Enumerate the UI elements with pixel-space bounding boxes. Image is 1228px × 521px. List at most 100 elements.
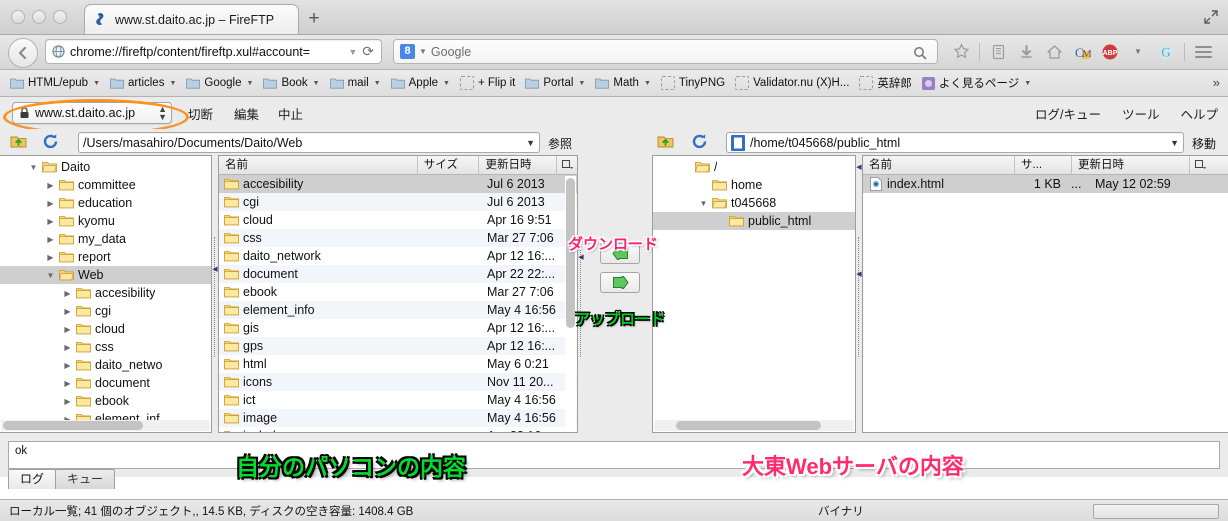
adblock-dropdown-icon[interactable]: ▼ bbox=[1125, 39, 1151, 64]
twirl-icon[interactable]: ▶ bbox=[62, 307, 73, 316]
tree-item[interactable]: public_html bbox=[653, 212, 855, 230]
bookmark-item[interactable]: + Flip it bbox=[456, 73, 519, 93]
table-row[interactable]: ebook Mar 27 7:06 bbox=[219, 283, 577, 301]
remote-upload-dir-icon[interactable] bbox=[655, 131, 675, 151]
minimize-window-button[interactable] bbox=[32, 10, 46, 24]
tree-item[interactable]: ▶ kyomu bbox=[0, 212, 211, 230]
local-upload-dir-icon[interactable] bbox=[8, 131, 28, 151]
remote-path-field[interactable]: /home/t045668/public_html ▼ bbox=[726, 132, 1184, 153]
reload-icon[interactable]: ⟳ bbox=[362, 43, 374, 60]
google-search-engine-icon[interactable]: 8 bbox=[400, 44, 415, 59]
local-col-date[interactable]: 更新日時 bbox=[479, 156, 558, 175]
colormanager-extension-icon[interactable]: C M bbox=[1069, 39, 1095, 64]
table-row[interactable]: gis Apr 12 16:... bbox=[219, 319, 577, 337]
queue-tab[interactable]: キュー bbox=[55, 469, 116, 489]
log-queue-menu[interactable]: ログ/キュー bbox=[1035, 104, 1101, 123]
download-button[interactable] bbox=[600, 243, 640, 264]
twirl-icon[interactable]: ▶ bbox=[45, 253, 56, 262]
twirl-icon[interactable]: ▶ bbox=[62, 325, 73, 334]
table-row[interactable]: accesibility Jul 6 2013 bbox=[219, 175, 577, 193]
remote-col-name[interactable]: 名前 bbox=[863, 156, 1015, 175]
local-refresh-icon[interactable] bbox=[40, 131, 60, 151]
log-tab[interactable]: ログ bbox=[8, 469, 57, 489]
chevron-down-icon[interactable]: ▼ bbox=[644, 80, 651, 87]
local-list-vscrollbar[interactable] bbox=[565, 176, 576, 430]
bookmark-item[interactable]: TinyPNG bbox=[657, 73, 729, 93]
zoom-window-button[interactable] bbox=[53, 10, 67, 24]
search-bar[interactable]: 8 ▼ Google bbox=[393, 39, 938, 64]
chevron-down-icon[interactable]: ▼ bbox=[93, 80, 100, 87]
remote-col-date[interactable]: 更新日時 bbox=[1072, 156, 1190, 175]
help-menu[interactable]: ヘルプ bbox=[1180, 104, 1218, 123]
window-controls[interactable] bbox=[11, 10, 67, 24]
table-row[interactable]: image May 4 16:56 bbox=[219, 409, 577, 427]
disconnect-button[interactable]: 切断 bbox=[188, 104, 213, 123]
tree-item[interactable]: ▶ ebook bbox=[0, 392, 211, 410]
abort-button[interactable]: 中止 bbox=[278, 104, 303, 123]
browser-tab-fireftp[interactable]: www.st.daito.ac.jp – FireFTP bbox=[84, 4, 299, 34]
url-dropdown-icon[interactable]: ▼ bbox=[348, 47, 357, 57]
table-row[interactable]: index.html 1 KB... May 12 02:59 bbox=[863, 175, 1228, 193]
chevron-down-icon[interactable]: ▼ bbox=[374, 80, 381, 87]
tree-item[interactable]: ▶ document bbox=[0, 374, 211, 392]
column-picker-icon[interactable] bbox=[557, 160, 577, 170]
remote-file-list[interactable]: 名前 サ... 更新日時 index.html 1 KB... May 12 02:… bbox=[862, 155, 1228, 433]
tree-item[interactable]: ▶ my_data bbox=[0, 230, 211, 248]
tree-item[interactable]: ▶ cloud bbox=[0, 320, 211, 338]
local-browse-button[interactable]: 参照 bbox=[548, 135, 572, 152]
remote-column-picker-icon[interactable] bbox=[1190, 160, 1210, 170]
chevron-down-icon[interactable]: ▼ bbox=[443, 80, 450, 87]
local-directory-tree[interactable]: ▼ Daito ▶ committee ▶ education ▶ kyomu ▶ my_data… bbox=[0, 155, 212, 433]
bookmark-star-icon[interactable] bbox=[948, 39, 974, 64]
bookmark-item[interactable]: Math ▼ bbox=[591, 73, 655, 93]
search-icon[interactable] bbox=[913, 46, 927, 63]
twirl-icon[interactable]: ▶ bbox=[45, 235, 56, 244]
chevron-down-icon[interactable]: ▼ bbox=[419, 47, 427, 56]
twirl-icon[interactable]: ▶ bbox=[62, 379, 73, 388]
tree-item[interactable]: ▼ Daito bbox=[0, 158, 211, 176]
back-button[interactable] bbox=[8, 38, 38, 68]
close-window-button[interactable] bbox=[11, 10, 25, 24]
remote-refresh-icon[interactable] bbox=[689, 131, 709, 151]
twirl-icon[interactable]: ▶ bbox=[62, 397, 73, 406]
remote-directory-tree[interactable]: / home ▼ t045668 public_html bbox=[652, 155, 856, 433]
local-path-dropdown-icon[interactable]: ▼ bbox=[526, 138, 535, 148]
table-row[interactable]: html May 6 0:21 bbox=[219, 355, 577, 373]
local-col-name[interactable]: 名前 bbox=[219, 156, 418, 175]
tree-item[interactable]: ▶ committee bbox=[0, 176, 211, 194]
account-select[interactable]: www.st.daito.ac.jp ▲ ▼ bbox=[12, 102, 172, 124]
bookmark-item[interactable]: HTML/epub ▼ bbox=[6, 73, 104, 93]
local-file-list[interactable]: 名前 サイズ 更新日時 accesibility Jul 6 2013 cgi Jul… bbox=[218, 155, 578, 433]
twirl-icon[interactable]: ▶ bbox=[45, 217, 56, 226]
table-row[interactable]: document Apr 22 22:... bbox=[219, 265, 577, 283]
new-tab-button[interactable]: + bbox=[303, 9, 325, 29]
bookmark-item[interactable]: Google ▼ bbox=[182, 73, 257, 93]
bookmark-item[interactable]: mail ▼ bbox=[326, 73, 385, 93]
tree-item[interactable]: ▶ accesibility bbox=[0, 284, 211, 302]
table-row[interactable]: cloud Apr 16 9:51 bbox=[219, 211, 577, 229]
bookmark-item[interactable]: Portal ▼ bbox=[521, 73, 589, 93]
bookmark-item[interactable]: articles ▼ bbox=[106, 73, 180, 93]
twirl-icon[interactable]: ▶ bbox=[45, 199, 56, 208]
chevron-down-icon[interactable]: ▼ bbox=[578, 80, 585, 87]
bookmark-item[interactable]: Apple ▼ bbox=[387, 73, 454, 93]
upload-button[interactable] bbox=[600, 272, 640, 293]
tree-item[interactable]: ▶ css bbox=[0, 338, 211, 356]
bookmark-item[interactable]: Validator.nu (X)H... bbox=[731, 73, 853, 93]
bookmark-item[interactable]: Book ▼ bbox=[259, 73, 323, 93]
chevron-down-icon[interactable]: ▼ bbox=[1024, 80, 1031, 87]
table-row[interactable]: css Mar 27 7:06 bbox=[219, 229, 577, 247]
chevron-down-icon[interactable]: ▼ bbox=[247, 80, 254, 87]
home-icon[interactable] bbox=[1041, 39, 1067, 64]
remote-col-size[interactable]: サ... bbox=[1015, 156, 1072, 175]
center-splitter-left[interactable]: ◀ bbox=[578, 155, 584, 439]
table-row[interactable]: ict May 4 16:56 bbox=[219, 391, 577, 409]
remote-go-button[interactable]: 移動 bbox=[1192, 135, 1216, 152]
restore-window-icon[interactable] bbox=[1202, 8, 1220, 26]
twirl-icon[interactable]: ▼ bbox=[28, 163, 39, 172]
bookmark-item[interactable]: よく見るページ ▼ bbox=[918, 73, 1035, 93]
tree-item[interactable]: / bbox=[653, 158, 855, 176]
chevron-down-icon[interactable]: ▼ bbox=[313, 80, 320, 87]
tree-item[interactable]: home bbox=[653, 176, 855, 194]
table-row[interactable]: gps Apr 12 16:... bbox=[219, 337, 577, 355]
